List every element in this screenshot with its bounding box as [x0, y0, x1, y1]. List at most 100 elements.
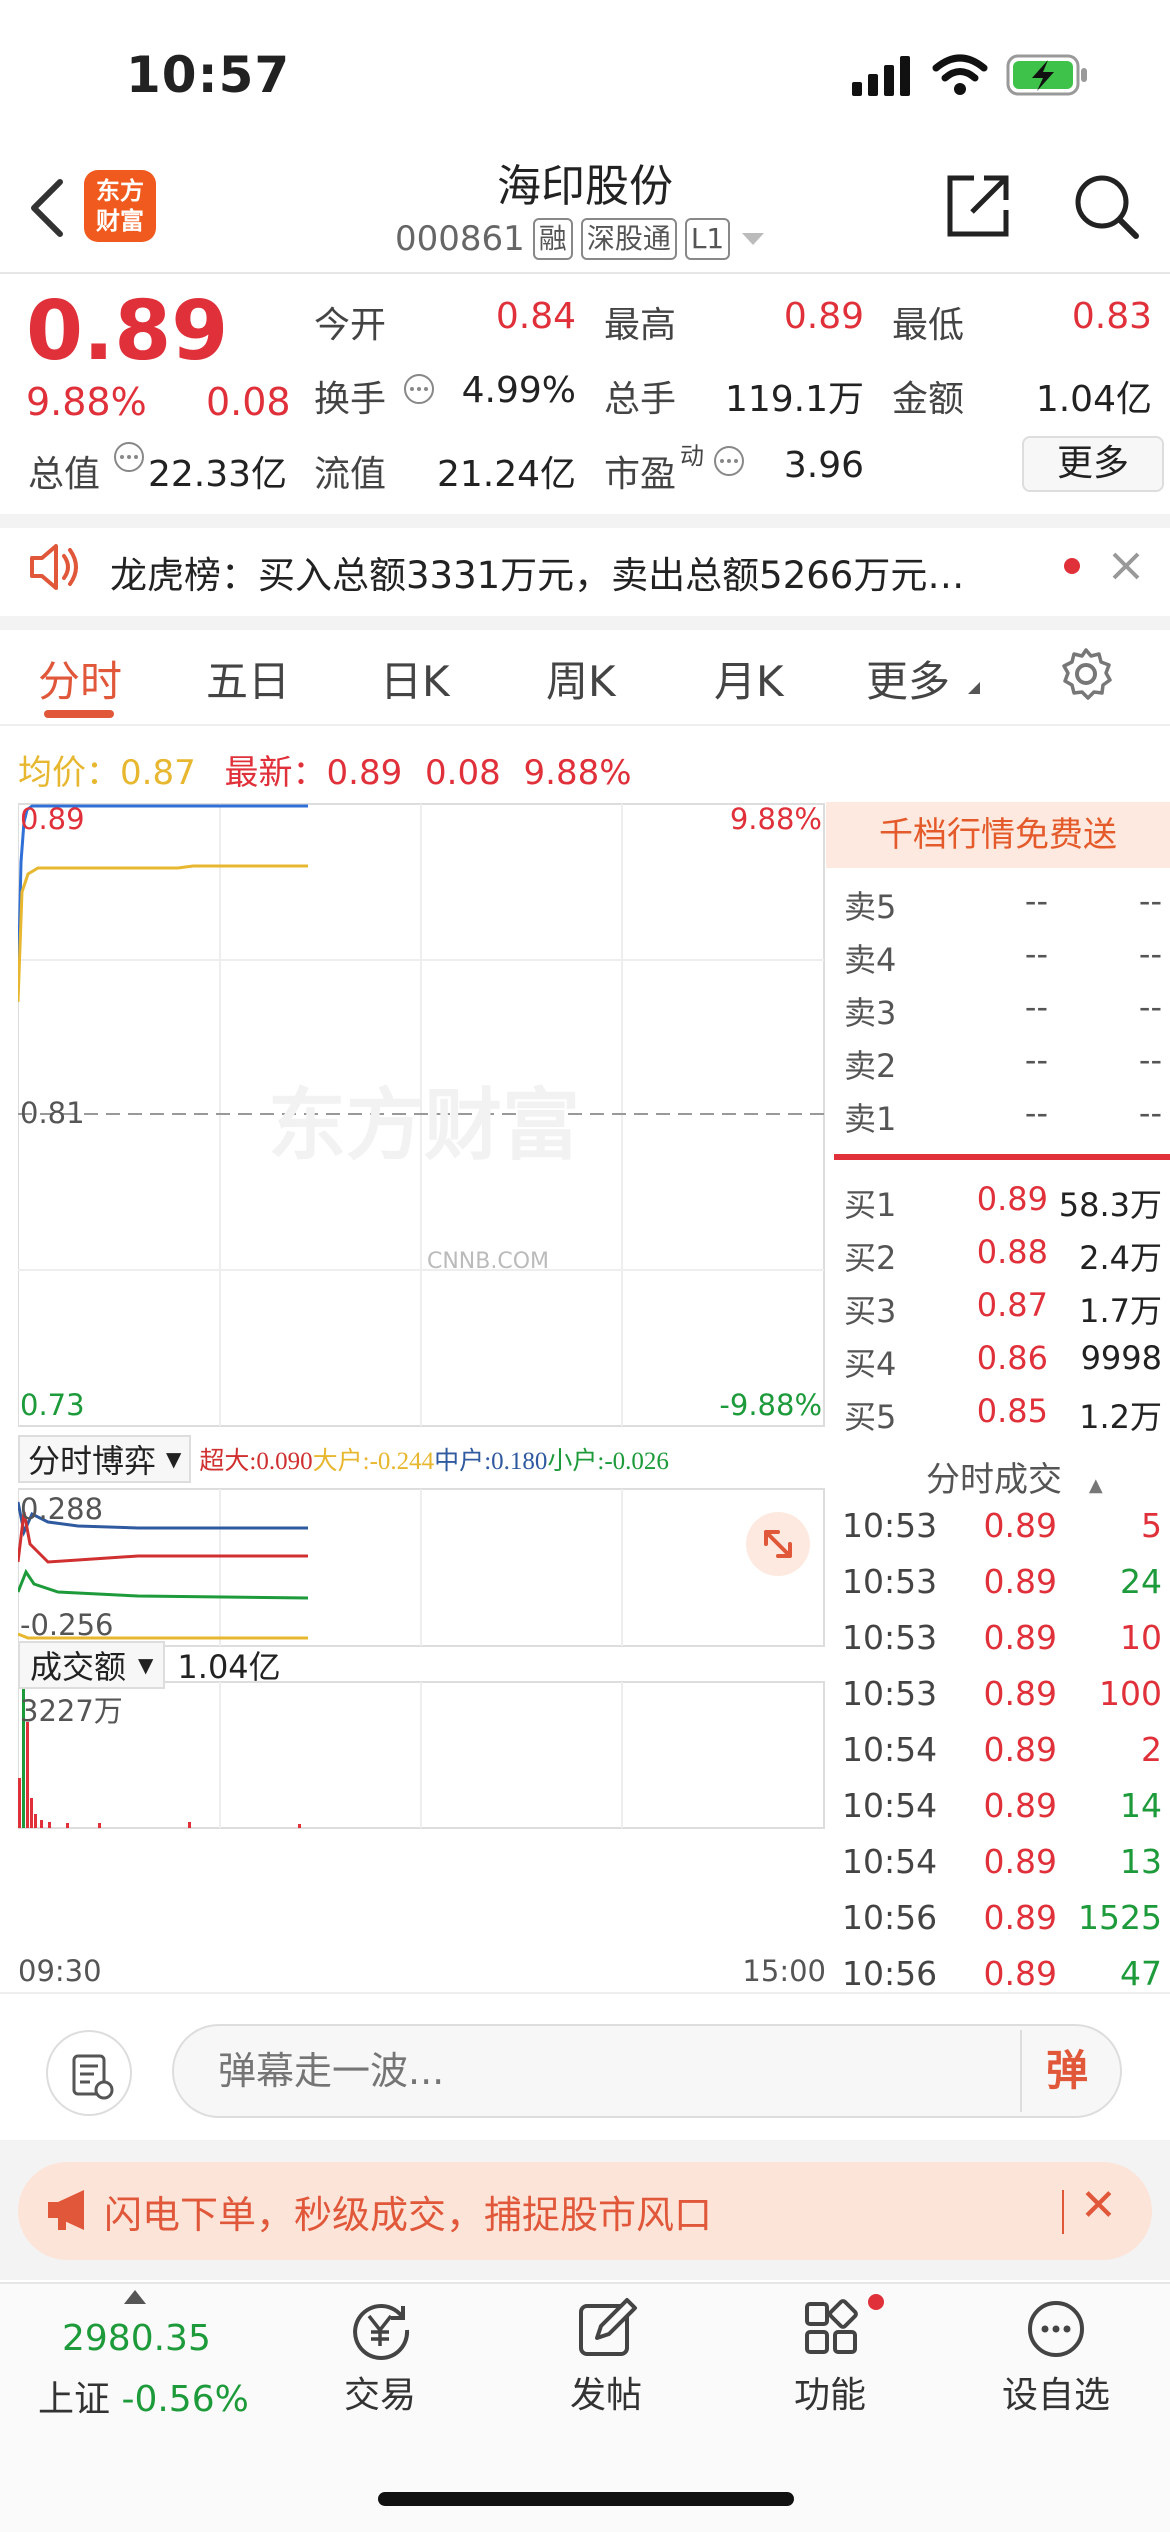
info-dots-icon[interactable]	[402, 372, 436, 406]
flow-selector[interactable]: 分时博弈 ▼	[18, 1435, 192, 1483]
functions-badge-dot	[868, 2294, 884, 2310]
intraday-chart-svg: 东方财富 CNNB.COM	[18, 803, 825, 1829]
volume-bar	[40, 1820, 43, 1828]
volume-label: 总手	[604, 379, 677, 420]
time-axis-end: 15:00	[742, 1954, 826, 1988]
index-row[interactable]: 上证 -0.56%	[38, 2370, 249, 2422]
grid-apps-icon	[805, 2299, 858, 2354]
volume-bar	[30, 1798, 33, 1828]
ad-text[interactable]: 闪电下单，秒级成交，捕捉股市风口	[104, 2184, 712, 2239]
axis-top-price: 0.89	[20, 802, 85, 836]
bid-row: 买3 0.87 1.7万	[844, 1286, 1162, 1330]
float-value: 21.24亿	[436, 454, 576, 495]
volume-bar	[298, 1824, 301, 1828]
info-dots-icon[interactable]	[112, 440, 146, 474]
amount-label: 金额	[892, 379, 965, 420]
section-gap	[0, 616, 1170, 630]
level2-promo-banner[interactable]: 千档行情免费送	[826, 802, 1170, 868]
bid-row: 买2 0.88 2.4万	[844, 1233, 1162, 1277]
latest-label: 最新：	[224, 753, 327, 793]
bid-row: 买5 0.85 1.2万	[844, 1392, 1162, 1436]
low-label: 最低	[892, 305, 965, 346]
header-divider	[0, 272, 1170, 274]
current-price: 0.89	[26, 284, 229, 379]
settings-gear-icon[interactable]	[1058, 646, 1114, 702]
ask-row: 卖3 -- --	[844, 988, 1162, 1032]
tab-trade[interactable]: 交易	[320, 2296, 440, 2418]
ask-row: 卖5 -- --	[844, 882, 1162, 926]
watermark-site: CNNB.COM	[427, 1249, 549, 1274]
caret-up-icon: ▲	[1088, 1475, 1103, 1496]
tab-weekly-k[interactable]: 周K	[546, 648, 616, 709]
home-indicator	[378, 2492, 794, 2506]
trade-yen-icon	[353, 2303, 410, 2360]
change-percent: 9.88%	[26, 380, 147, 424]
tab-monthly-k[interactable]: 月K	[714, 648, 784, 709]
note-settings-icon	[72, 2054, 114, 2100]
order-book-divider	[834, 1154, 1170, 1160]
flow-axis-bottom: -0.256	[20, 1608, 114, 1642]
flow-small: 小户:-0.026	[547, 1448, 669, 1475]
low-value: 0.83	[1071, 296, 1152, 337]
turnover-value: 4.99%	[461, 370, 576, 411]
order-book-panel: 千档行情免费送 卖5 -- -- 卖4 -- -- 卖3 -- -- 卖2 -- -- 卖1 --…	[826, 802, 1170, 1993]
tab-add-watchlist[interactable]: 设自选	[996, 2296, 1116, 2418]
section-gap	[0, 514, 1170, 528]
flow-legend-row: 分时博弈 ▼ 超大:0.090 大户:-0.244 中户:0.180 小户:-0.…	[18, 1430, 824, 1488]
unread-dot	[1064, 558, 1080, 574]
danmu-send-button[interactable]: 弹	[1020, 2030, 1112, 2112]
pe-label: 市盈	[604, 454, 677, 495]
big-flow-line	[18, 1568, 309, 1600]
dragon-tiger-notice[interactable]: 龙虎榜：买入总额3331万元，卖出总额5266万元…	[110, 545, 964, 599]
volume-bar	[34, 1814, 37, 1828]
volume-bar	[18, 1778, 21, 1828]
caret-down-icon[interactable]	[738, 229, 768, 249]
tab-more[interactable]: 更多	[866, 648, 950, 709]
volume-selector[interactable]: 成交额 ▼	[18, 1641, 166, 1689]
trade-row: 10:54 0.89 13	[842, 1842, 1162, 1881]
speaker-icon	[30, 544, 78, 590]
total-value-label: 总值	[28, 454, 101, 495]
caret-icon	[968, 682, 980, 694]
info-dots-icon[interactable]	[712, 444, 746, 478]
stock-code-row: 000861 融 深股通 L1	[395, 218, 768, 260]
high-value: 0.89	[783, 296, 864, 337]
trade-row: 10:56 0.89 1525	[842, 1898, 1162, 1937]
tab-intraday[interactable]: 分时	[38, 648, 122, 709]
index-value[interactable]: 2980.35	[62, 2318, 211, 2359]
float-value-label: 流值	[314, 454, 387, 495]
intraday-chart[interactable]: 东方财富 CNNB.COM 0.89 9.88% 0.81 0.73 -9.88…	[18, 802, 826, 1992]
volume-bar	[66, 1823, 69, 1828]
share-icon[interactable]	[944, 170, 1014, 240]
battery-charging-icon	[1006, 54, 1087, 96]
tab-daily-k[interactable]: 日K	[380, 648, 450, 709]
danmu-input[interactable]	[172, 2024, 1122, 2118]
change-amount: 0.08	[206, 380, 291, 424]
volume-bar	[98, 1823, 101, 1828]
ad-close-icon[interactable]: ✕	[1080, 2180, 1117, 2231]
status-time: 10:57	[126, 46, 291, 104]
amount-value: 1.04亿	[1035, 379, 1152, 420]
open-value: 0.84	[495, 296, 576, 337]
active-tab-indicator	[44, 710, 114, 718]
avg-price-line	[18, 864, 308, 1003]
more-circle-icon	[1028, 2301, 1084, 2357]
flow-axis-top: 0.288	[20, 1492, 104, 1526]
stock-code: 000861	[395, 219, 525, 259]
expand-button[interactable]	[746, 1512, 810, 1576]
tab-five-day[interactable]: 五日	[206, 648, 290, 709]
search-icon[interactable]	[1070, 170, 1142, 242]
close-icon[interactable]	[1110, 550, 1142, 582]
notes-button[interactable]	[46, 2030, 132, 2116]
tab-functions[interactable]: 功能	[770, 2296, 890, 2418]
tab-post[interactable]: 发帖	[546, 2296, 666, 2418]
bid-row: 买1 0.89 58.3万	[844, 1180, 1162, 1224]
avg-value: 0.87	[120, 753, 196, 793]
trade-row: 10:53 0.89 10	[842, 1618, 1162, 1657]
watermark-text: 东方财富	[268, 1081, 580, 1171]
trades-title[interactable]: 分时成交 ▲	[926, 1452, 1103, 1501]
flow-super: 超大:0.090	[199, 1448, 313, 1475]
axis-bottom-pct: -9.88%	[719, 1388, 822, 1422]
open-label: 今开	[314, 305, 387, 346]
more-button[interactable]: 更多	[1022, 436, 1164, 492]
